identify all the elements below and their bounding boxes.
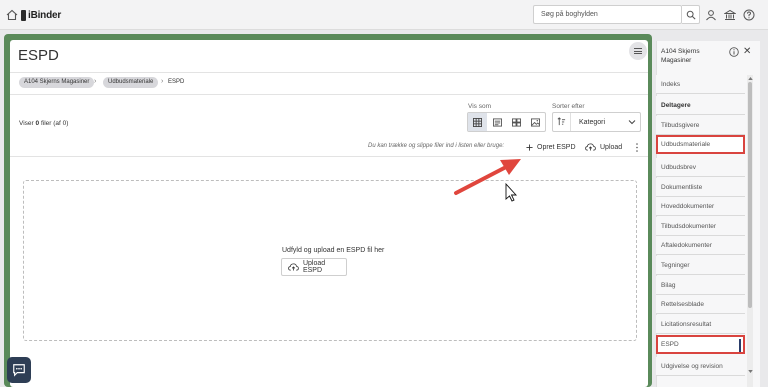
annotation-arrow — [454, 164, 510, 195]
annotation-overlay — [454, 159, 521, 202]
mouse-cursor-icon — [505, 182, 518, 202]
